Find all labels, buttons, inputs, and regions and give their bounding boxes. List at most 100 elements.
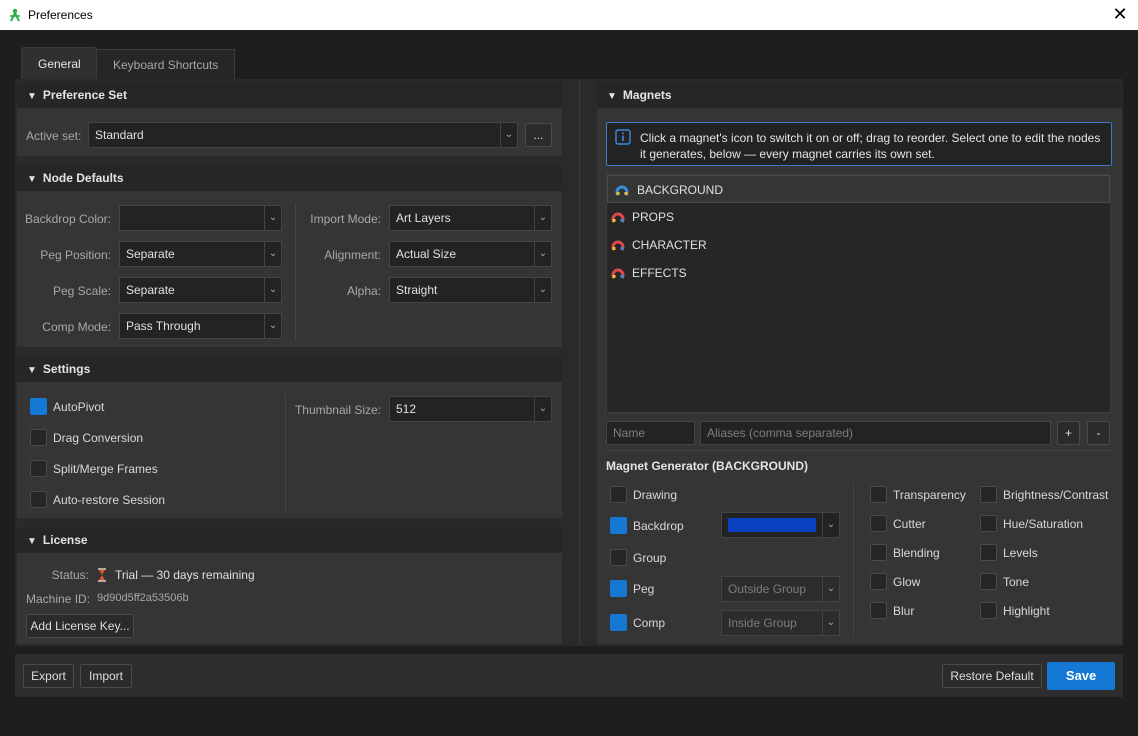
close-icon[interactable]: ✕ [1110, 4, 1130, 24]
magnet-item-effects[interactable]: EFFECTS [607, 259, 1110, 287]
chevron-down-icon: ⌄ [822, 611, 839, 635]
auto-restore-session-checkbox[interactable] [30, 491, 47, 508]
chevron-down-icon: ⌄ [264, 314, 281, 338]
blur-checkbox[interactable] [870, 602, 887, 619]
magnets-info-box: Click a magnet's icon to switch it on or… [606, 122, 1112, 166]
title-bar: Preferences ✕ [0, 0, 1138, 30]
split-merge-frames-checkbox[interactable] [30, 460, 47, 477]
hourglass-icon [98, 568, 106, 582]
split-merge-frames-label: Split/Merge Frames [53, 462, 158, 476]
peg-position-dropdown[interactable]: Separate ⌄ [119, 241, 282, 267]
magnet-item-label: CHARACTER [632, 238, 707, 252]
chevron-down-icon: ⌄ [534, 242, 551, 266]
tab-general[interactable]: General [21, 47, 98, 80]
status-value: Trial — 30 days remaining [115, 568, 255, 582]
license-title: License [42, 533, 88, 547]
magnet-icon[interactable] [611, 266, 625, 280]
blending-checkbox[interactable] [870, 544, 887, 561]
comp-mode-value: Pass Through [126, 319, 201, 333]
alignment-label: Alignment: [324, 248, 381, 262]
collapse-triangle-icon: ▼ [27, 536, 37, 547]
backdrop-color-picker[interactable]: ⌄ [721, 512, 840, 538]
add-magnet-button[interactable]: + [1057, 421, 1080, 445]
hue-saturation-checkbox[interactable] [980, 515, 997, 532]
node-defaults-divider [295, 203, 296, 341]
save-button[interactable]: Save [1047, 662, 1115, 690]
backdrop-color-dropdown[interactable]: ⌄ [119, 205, 282, 231]
collapse-triangle-icon: ▼ [27, 365, 37, 376]
peg-scale-dropdown[interactable]: Separate ⌄ [119, 277, 282, 303]
glow-checkbox[interactable] [870, 573, 887, 590]
magnet-generator-title: Magnet Generator (BACKGROUND) [606, 459, 809, 473]
backdrop-checkbox[interactable] [610, 517, 627, 534]
chevron-down-icon: ⌄ [264, 278, 281, 302]
comp-placement-value: Inside Group [728, 616, 797, 630]
settings-header[interactable]: ▼ Settings [17, 356, 562, 382]
import-button[interactable]: Import [80, 664, 132, 688]
comp-checkbox[interactable] [610, 614, 627, 631]
alpha-dropdown[interactable]: Straight ⌄ [389, 277, 552, 303]
magnet-item-character[interactable]: CHARACTER [607, 231, 1110, 259]
thumbnail-size-dropdown[interactable]: 512 ⌄ [389, 396, 552, 422]
thumbnail-size-value: 512 [396, 402, 417, 416]
autopivot-label: AutoPivot [53, 400, 105, 414]
chevron-down-icon: ⌄ [264, 206, 281, 230]
peg-position-label: Peg Position: [40, 248, 111, 262]
magnet-name-input[interactable]: Name [606, 421, 695, 445]
magnet-item-background[interactable]: BACKGROUND [607, 175, 1110, 203]
levels-checkbox[interactable] [980, 544, 997, 561]
drag-conversion-checkbox[interactable] [30, 429, 47, 446]
group-checkbox[interactable] [610, 549, 627, 566]
column-splitter[interactable] [579, 80, 580, 645]
preference-set-more-button[interactable]: ... [525, 123, 552, 147]
add-license-key-button[interactable]: Add License Key... [26, 614, 134, 638]
magnet-icon[interactable] [615, 183, 629, 197]
cutter-checkbox[interactable] [870, 515, 887, 532]
magnets-header[interactable]: ▼ Magnets [597, 82, 1122, 108]
transparency-checkbox[interactable] [870, 486, 887, 503]
peg-placement-value: Outside Group [728, 582, 807, 596]
magnet-aliases-input[interactable]: Aliases (comma separated) [700, 421, 1051, 445]
alignment-value: Actual Size [396, 247, 457, 261]
chevron-down-icon: ⌄ [534, 278, 551, 302]
license-header[interactable]: ▼ License [17, 527, 562, 553]
remove-magnet-button[interactable]: - [1087, 421, 1110, 445]
alignment-dropdown[interactable]: Actual Size ⌄ [389, 241, 552, 267]
magnets-title: Magnets [622, 88, 672, 102]
levels-label: Levels [1003, 546, 1038, 560]
settings-title: Settings [42, 362, 91, 376]
comp-placement-dropdown[interactable]: Inside Group ⌄ [721, 610, 840, 636]
autopivot-checkbox[interactable] [30, 398, 47, 415]
export-button[interactable]: Export [23, 664, 74, 688]
app-logo-icon [10, 8, 20, 22]
peg-checkbox[interactable] [610, 580, 627, 597]
alpha-value: Straight [396, 283, 438, 297]
brightness-contrast-checkbox[interactable] [980, 486, 997, 503]
thumbnail-size-label: Thumbnail Size: [294, 403, 381, 417]
chevron-down-icon: ⌄ [264, 242, 281, 266]
magnet-icon[interactable] [611, 238, 625, 252]
chevron-down-icon: ⌄ [534, 206, 551, 230]
highlight-checkbox[interactable] [980, 602, 997, 619]
magnet-icon[interactable] [611, 210, 625, 224]
node-defaults-header[interactable]: ▼ Node Defaults [17, 165, 562, 191]
machine-id-label: Machine ID: [26, 592, 91, 606]
chevron-down-icon: ⌄ [500, 123, 517, 147]
peg-placement-dropdown[interactable]: Outside Group ⌄ [721, 576, 840, 602]
magnet-item-props[interactable]: PROPS [607, 203, 1110, 231]
tone-checkbox[interactable] [980, 573, 997, 590]
tab-keyboard-shortcuts[interactable]: Keyboard Shortcuts [96, 49, 236, 79]
preference-set-header[interactable]: ▼ Preference Set [17, 82, 562, 108]
import-mode-dropdown[interactable]: Art Layers ⌄ [389, 205, 552, 231]
group-label: Group [633, 551, 667, 565]
auto-restore-session-label: Auto-restore Session [53, 493, 166, 507]
preference-set-title: Preference Set [42, 88, 127, 102]
restore-default-button[interactable]: Restore Default [942, 664, 1042, 688]
backdrop-color-label: Backdrop Color: [24, 212, 111, 226]
active-set-dropdown[interactable]: Standard ⌄ [88, 122, 518, 148]
drawing-checkbox[interactable] [610, 486, 627, 503]
collapse-triangle-icon: ▼ [27, 174, 37, 185]
comp-mode-dropdown[interactable]: Pass Through ⌄ [119, 313, 282, 339]
chevron-down-icon: ⌄ [534, 397, 551, 421]
chevron-down-icon: ⌄ [822, 513, 839, 537]
